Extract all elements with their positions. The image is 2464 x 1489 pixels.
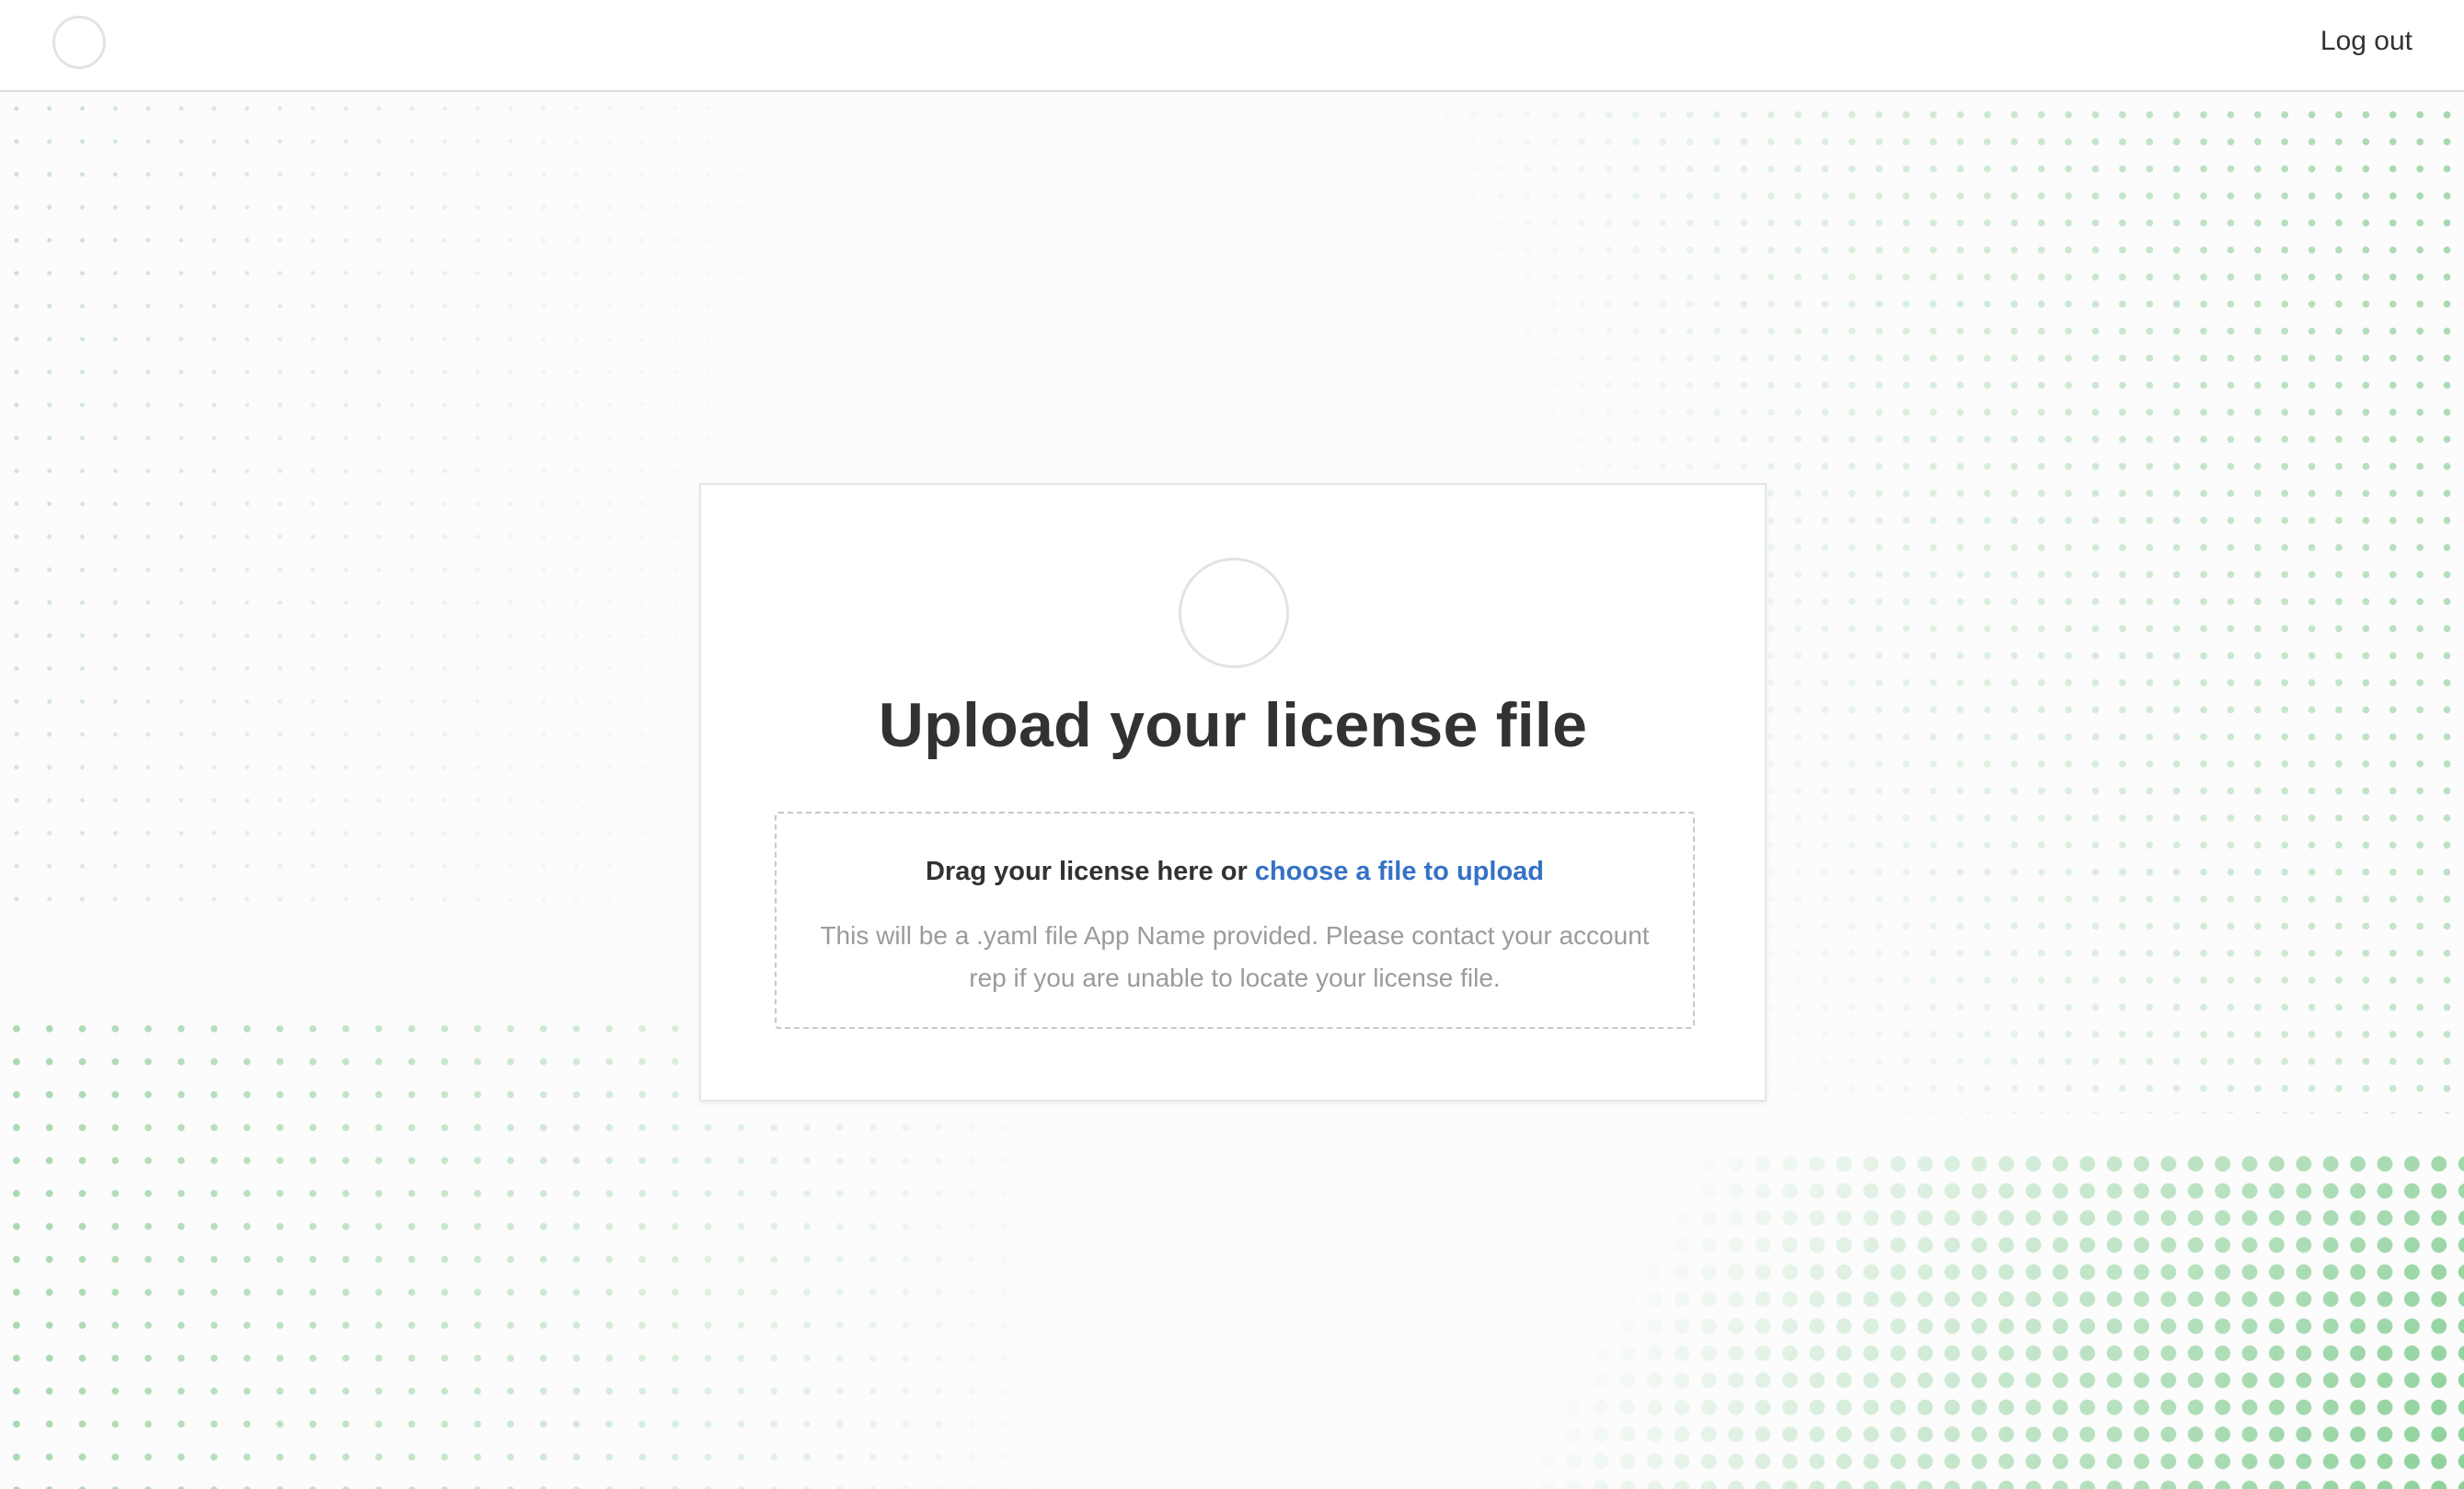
background-dot-pattern	[1452, 1150, 2464, 1489]
license-upload-page: Log out Upload your license file Drag yo…	[0, 0, 2464, 1489]
upload-license-card: Upload your license file Drag your licen…	[699, 483, 1767, 1102]
license-dropzone[interactable]: Drag your license here or choose a file …	[775, 812, 1695, 1029]
app-icon-placeholder	[1179, 558, 1289, 668]
drag-text: Drag your license here or	[925, 857, 1255, 886]
dropzone-help-text: This will be a .yaml file App Name provi…	[820, 921, 1650, 992]
logout-link[interactable]: Log out	[2320, 26, 2412, 57]
top-navbar: Log out	[0, 0, 2464, 92]
app-logo-icon[interactable]	[52, 16, 106, 69]
choose-file-link[interactable]: choose a file to upload	[1255, 857, 1544, 886]
dropzone-instructions: Drag your license here or choose a file …	[777, 857, 1693, 887]
page-title: Upload your license file	[878, 690, 1588, 760]
